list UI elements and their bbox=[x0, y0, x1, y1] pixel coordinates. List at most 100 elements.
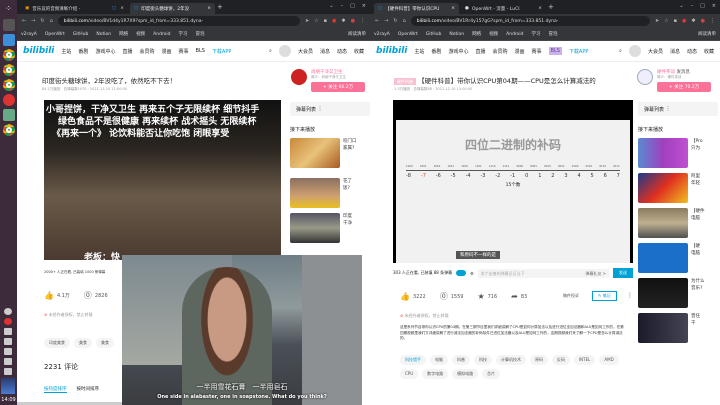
bookmark-folder[interactable]: 网络 bbox=[472, 31, 481, 37]
download-app-link[interactable]: 下载APP bbox=[569, 48, 588, 55]
back-icon[interactable]: ← bbox=[375, 18, 379, 24]
chrome-icon[interactable] bbox=[2, 49, 15, 61]
bookmark-folder[interactable]: 冒泡 bbox=[549, 31, 558, 37]
chrome-icon[interactable] bbox=[2, 124, 15, 136]
image-viewer-icon[interactable] bbox=[2, 109, 15, 121]
bookmark[interactable]: Notion bbox=[96, 32, 111, 37]
tab[interactable]: ▢ × bbox=[108, 3, 128, 14]
profile-icon[interactable]: ● bbox=[701, 18, 705, 24]
nav-right-item[interactable]: 收藏 bbox=[704, 48, 714, 55]
battery-icon[interactable] bbox=[4, 368, 13, 375]
avatar[interactable] bbox=[628, 45, 641, 57]
recommended-video[interactable]: 咬门口 家属? bbox=[290, 138, 370, 168]
recommended-video[interactable]: 【硬 电脑 bbox=[638, 243, 718, 273]
home-icon[interactable]: ⌂ bbox=[50, 18, 53, 24]
bookmark-folder[interactable]: Android bbox=[153, 32, 170, 37]
nav-right-item[interactable]: 动态 bbox=[337, 48, 347, 55]
nav-item[interactable]: 漫画 bbox=[514, 48, 524, 55]
danmaku-list-toggle[interactable]: 弹幕列表 ⋮ bbox=[290, 102, 370, 116]
tag[interactable]: 印度美食 bbox=[44, 338, 70, 348]
nav-item[interactable]: 会员购 bbox=[492, 48, 507, 55]
nav-item[interactable]: BLS bbox=[548, 47, 562, 55]
tag[interactable]: 芯片 bbox=[482, 369, 501, 379]
tag[interactable]: INTEL bbox=[574, 355, 596, 365]
bookmark[interactable]: OpenWrt bbox=[398, 32, 418, 37]
recommended-video[interactable]: 阿里 年轻 bbox=[638, 173, 718, 203]
nav-item[interactable]: BLS bbox=[196, 48, 205, 54]
follow-button[interactable]: + 关注 66.2万 bbox=[311, 82, 366, 92]
tab-active[interactable]: ▢ 印度街头糖球饼，2年没 × bbox=[130, 3, 215, 14]
like-button[interactable]: 👍 3222 bbox=[400, 292, 426, 301]
close-icon[interactable]: × bbox=[538, 6, 542, 11]
profile-icon[interactable]: ● bbox=[351, 18, 355, 24]
extension-icon[interactable]: ▪ bbox=[674, 18, 677, 24]
bookmark-folder[interactable]: 冒泡 bbox=[196, 31, 205, 37]
maximize-button[interactable]: □ bbox=[700, 3, 705, 9]
nav-item[interactable]: 主站 bbox=[414, 48, 424, 55]
bookmark-folder[interactable]: 视频 bbox=[136, 31, 145, 37]
home-icon[interactable]: ⌂ bbox=[403, 18, 406, 24]
tab-search-icon[interactable]: ⌄ bbox=[329, 3, 333, 9]
extension-icon[interactable]: ▪ bbox=[324, 18, 327, 24]
back-icon[interactable]: ← bbox=[22, 18, 26, 24]
display-icon[interactable] bbox=[4, 348, 13, 355]
launcher-icon[interactable]: ⁘ bbox=[2, 4, 15, 16]
clipboard-icon[interactable] bbox=[4, 328, 13, 335]
up-avatar[interactable] bbox=[637, 69, 653, 85]
nav-right-item[interactable]: 大会员 bbox=[298, 48, 313, 55]
maximize-button[interactable]: □ bbox=[350, 3, 355, 9]
files-icon[interactable] bbox=[2, 34, 15, 46]
nav-item[interactable]: 直播 bbox=[475, 48, 485, 55]
tab-active[interactable]: ▢ 【硬件科普】带你认识CPU × bbox=[374, 3, 459, 14]
tag[interactable]: 科技 bbox=[474, 355, 492, 365]
close-window-button[interactable]: × bbox=[362, 3, 366, 9]
reload-icon[interactable]: ↻ bbox=[40, 18, 44, 24]
sort-time-tab[interactable]: 按时间排序 bbox=[77, 386, 100, 393]
search-icon[interactable]: ⌕ bbox=[269, 48, 272, 54]
video-player[interactable]: 小哥捏饼，干净又卫生 再来五个子无限续杯 细节抖手 绿色食品不是很健康 再来续杯… bbox=[44, 100, 281, 260]
notes-button[interactable]: ✎ 笔记 bbox=[592, 291, 617, 301]
recommended-video[interactable]: 曾任干 bbox=[638, 313, 718, 343]
star-icon[interactable]: ☆ bbox=[314, 18, 318, 24]
sort-hot-tab[interactable]: 按热度排序 bbox=[44, 386, 67, 393]
bilibili-logo[interactable]: bilibili bbox=[23, 46, 54, 56]
nav-item[interactable]: 赛事 bbox=[179, 48, 189, 55]
search-icon[interactable]: ⌕ bbox=[619, 48, 622, 54]
nav-right-item[interactable]: 消息 bbox=[670, 48, 680, 55]
up-avatar[interactable] bbox=[291, 69, 307, 85]
tab[interactable]: ▣ 音乐竞的音频清晰介绍 - bbox=[21, 3, 106, 14]
bookmark[interactable]: OpenWrt bbox=[45, 32, 65, 37]
abp-icon[interactable]: ● bbox=[682, 18, 686, 24]
tag[interactable]: 科普 bbox=[452, 355, 470, 365]
volume-icon[interactable] bbox=[4, 358, 13, 365]
netease-tray-icon[interactable] bbox=[4, 318, 13, 325]
tag[interactable]: 美食 bbox=[96, 338, 114, 348]
keyboard-icon[interactable] bbox=[4, 338, 13, 345]
new-tab-button[interactable]: + bbox=[548, 3, 554, 11]
nav-item[interactable]: 游戏中心 bbox=[448, 48, 468, 55]
picture-in-picture-video[interactable]: 一半用雪花石膏 一半用皂石 One side in alabaster, one… bbox=[122, 255, 362, 405]
tag[interactable]: 数字电路 bbox=[422, 369, 449, 379]
forward-icon[interactable]: → bbox=[384, 18, 388, 24]
close-icon[interactable]: × bbox=[207, 6, 211, 11]
bookmark[interactable]: v2rayA bbox=[21, 32, 37, 37]
download-app-link[interactable]: 下载APP bbox=[212, 48, 231, 55]
favorite-button[interactable]: ★ 716 bbox=[477, 292, 497, 301]
tab-search-icon[interactable]: ⌄ bbox=[679, 3, 683, 9]
avatar[interactable] bbox=[278, 45, 291, 57]
danmaku-list-toggle[interactable]: 弹幕列表 ⋮ bbox=[638, 102, 718, 116]
chrome-icon[interactable] bbox=[2, 79, 15, 91]
bookmark[interactable]: GitHub bbox=[426, 32, 442, 37]
nav-item[interactable]: 会员购 bbox=[139, 48, 154, 55]
more-icon[interactable]: ⋮ bbox=[627, 292, 633, 299]
reload-icon[interactable]: ↻ bbox=[393, 18, 397, 24]
address-bar[interactable]: bilibili.com/video/BV1d4y1R7X9?spm_id_fr… bbox=[57, 16, 300, 26]
nav-item[interactable]: 赛事 bbox=[532, 48, 542, 55]
tag[interactable]: 反码 bbox=[552, 355, 570, 365]
nav-item[interactable]: 番剧 bbox=[431, 48, 441, 55]
close-icon[interactable]: × bbox=[120, 6, 124, 11]
nav-item[interactable]: 漫画 bbox=[161, 48, 171, 55]
address-bar[interactable]: bilibili.com/video/BV1Rr4y157gG?spm_id_f… bbox=[410, 16, 650, 26]
close-window-button[interactable]: × bbox=[712, 3, 716, 9]
report-link[interactable]: 稿件投诉 bbox=[563, 293, 579, 299]
